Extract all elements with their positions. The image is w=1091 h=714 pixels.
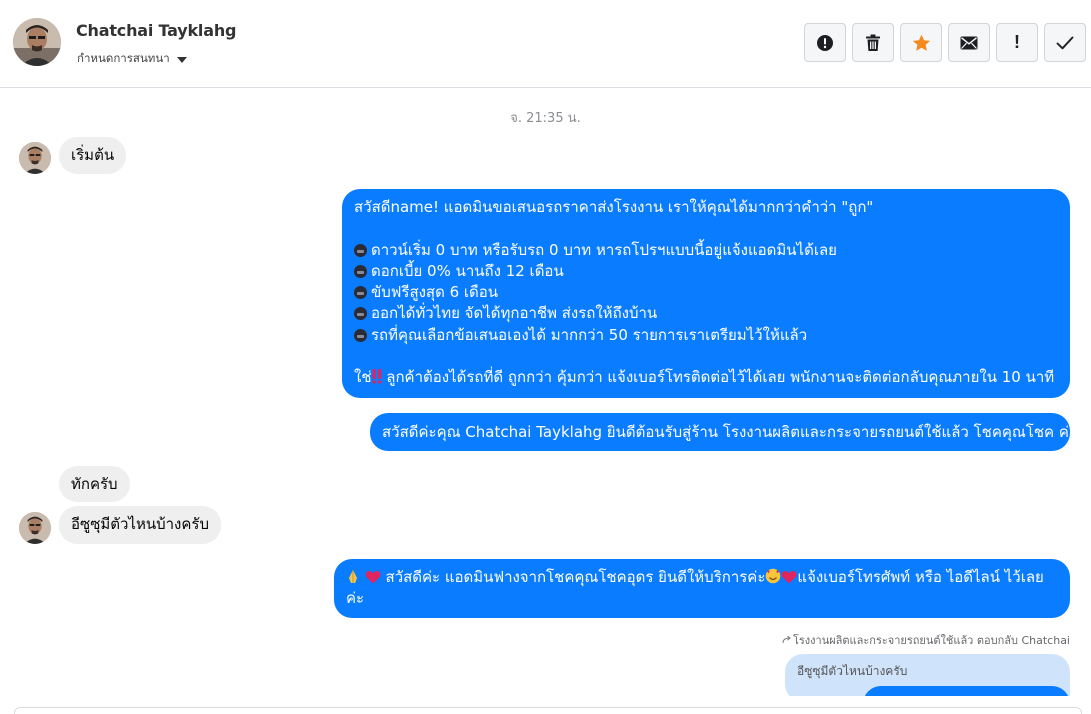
red-heart-icon [782, 571, 797, 584]
bullet-emoji-icon [354, 264, 367, 278]
red-heart-icon [365, 571, 381, 584]
delete-button[interactable] [852, 23, 894, 62]
caret-down-icon [176, 56, 187, 63]
incoming-message[interactable]: ทักครับ [59, 466, 130, 502]
message-composer-input[interactable] [14, 707, 1082, 714]
star-icon [912, 34, 930, 51]
incoming-message[interactable]: เริ่มต้น [59, 137, 127, 174]
alert-circle-icon [817, 34, 833, 51]
double-exclamation-icon [371, 369, 381, 385]
trash-icon [866, 34, 880, 51]
reply-context: โรงงานผลิตและกระจายรถยนต์ใช้แล้ว ตอบกลับ… [782, 631, 1070, 649]
smiling-face-with-hearts-icon [766, 568, 781, 584]
done-button[interactable] [1044, 23, 1086, 62]
bullet-emoji-icon [354, 286, 367, 300]
message-bullet: ออกได้ทั่วไทย จัดได้ทุกอาชีพ ส่งรถให้ถึง… [354, 303, 1058, 324]
reply-arrow-icon [782, 636, 791, 644]
bullet-emoji-icon [354, 243, 367, 257]
bullet-emoji-icon [354, 328, 367, 342]
folded-hands-icon [349, 570, 357, 583]
conversation-options-dropdown[interactable]: กำหนดการสนทนา [77, 50, 187, 68]
envelope-icon [960, 36, 978, 49]
sender-avatar [19, 512, 51, 544]
message-bullet: รถที่คุณเลือกข้อเสนอเองได้ มากกว่า 50 รา… [354, 325, 1058, 346]
message-bullet: ดอกเบี้ย 0% นานถึง 12 เดือน [354, 261, 1058, 282]
conversation-header: Chatchai Tayklahg กำหนดการสนทนา ! [0, 0, 1091, 88]
message-line: สวัสดีname! แอดมินขอเสนอรถราคาส่งโรงงาน … [354, 198, 874, 216]
sender-avatar [19, 142, 51, 174]
message-bullet: ดาวน์เริ่ม 0 บาท หรือรับรถ 0 บาท หารถโปร… [354, 240, 1058, 261]
outgoing-message[interactable]: สวัสดีค่ะ แอดมินฟางจากโชคคุณโชคอุดร ยินด… [334, 559, 1070, 618]
message-timestamp: จ. 21:35 น. [510, 111, 581, 126]
message-line: สวัสดีค่ะ แอดมินฟางจากโชคคุณโชคอุดร ยินด… [346, 567, 1058, 588]
star-button[interactable] [900, 23, 942, 62]
incoming-message[interactable]: อีซูซุมีตัวไหนบ้างครับ [59, 506, 221, 544]
bullet-emoji-icon [354, 307, 367, 321]
message-line: สวัสดีค่ะคุณ Chatchai Tayklahg ยินดีต้อน… [382, 423, 1077, 441]
outgoing-message[interactable]: สวัสดีค่ะคุณ Chatchai Tayklahg ยินดีต้อน… [370, 413, 1077, 451]
action-toolbar: ! [804, 23, 1086, 62]
conversation-options-label: กำหนดการสนทนา [77, 51, 170, 65]
message-line: ใช่ ลูกค้าต้องได้รถที่ดี ถูกกว่า คุ้มกว่… [354, 368, 1055, 387]
message-bullet: ขับฟรีสูงสุด 6 เดือน [354, 282, 1058, 303]
contact-name[interactable]: Chatchai Tayklahg [76, 21, 236, 40]
spam-button[interactable] [804, 23, 846, 62]
contact-avatar[interactable] [13, 18, 61, 66]
reply-context-text: โรงงานผลิตและกระจายรถยนต์ใช้แล้ว ตอบกลับ… [792, 634, 1070, 647]
outgoing-message[interactable]: สวัสดีname! แอดมินขอเสนอรถราคาส่งโรงงาน … [342, 189, 1070, 398]
exclamation-icon: ! [1014, 32, 1020, 52]
important-button[interactable]: ! [996, 23, 1038, 62]
check-icon [1056, 36, 1074, 49]
mark-unread-button[interactable] [948, 23, 990, 62]
message-line: ค่ะ [346, 589, 365, 608]
